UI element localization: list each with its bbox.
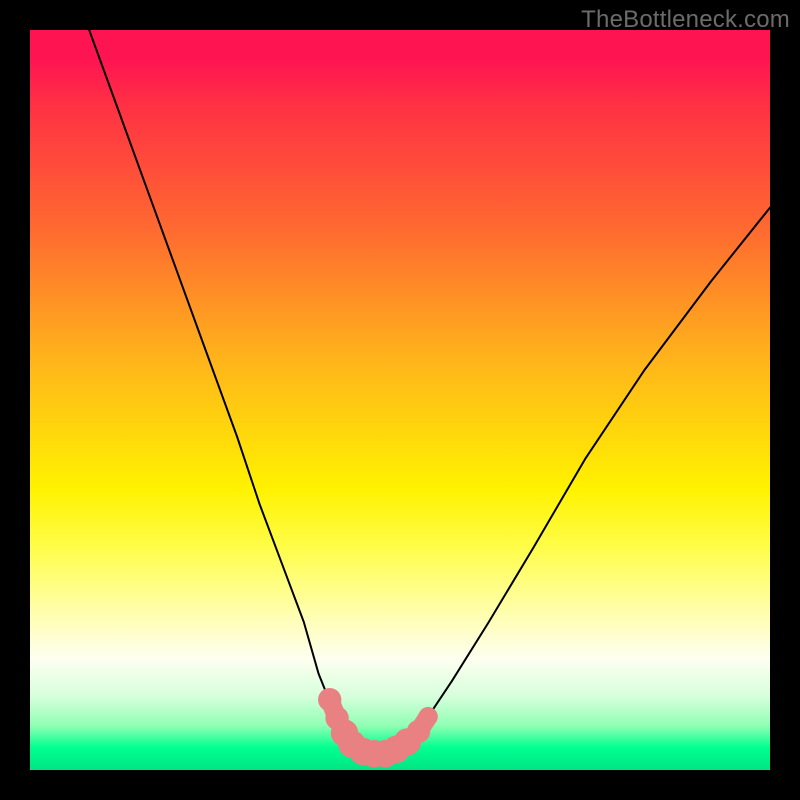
- bottleneck-curve: [89, 30, 770, 755]
- highlight-point: [418, 707, 437, 726]
- chart-frame: TheBottleneck.com: [0, 0, 800, 800]
- chart-svg: [30, 30, 770, 770]
- plot-area: [30, 30, 770, 770]
